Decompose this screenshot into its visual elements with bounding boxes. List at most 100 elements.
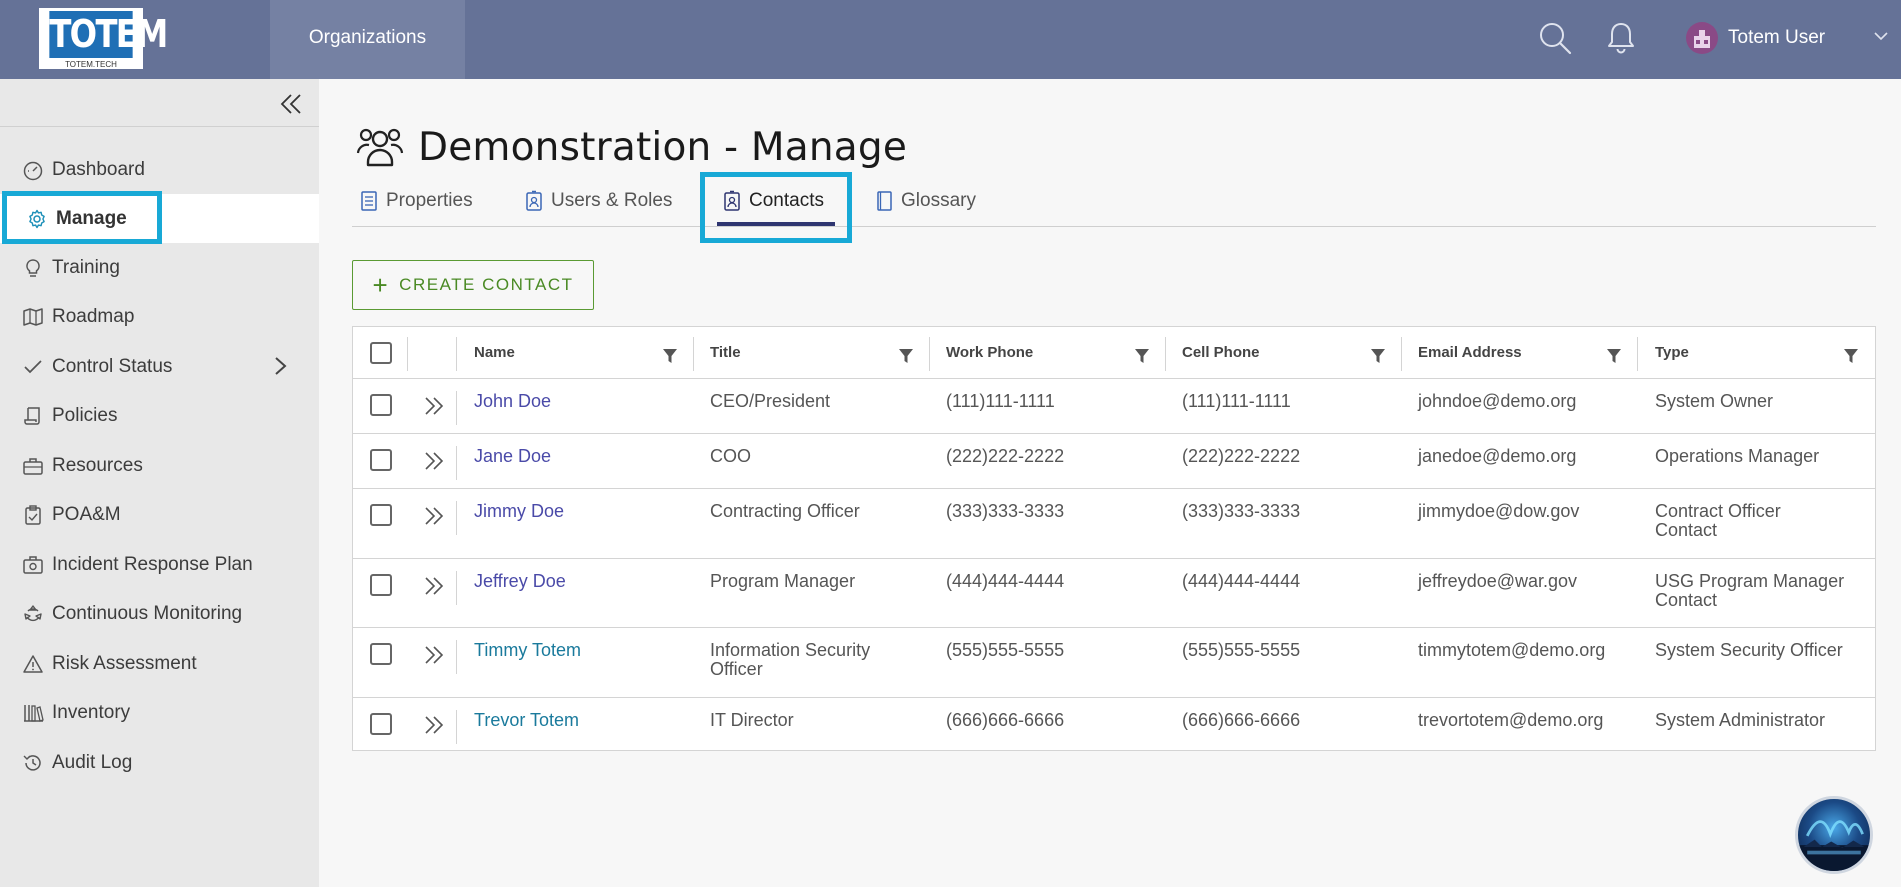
contact-cell-phone: (555)555-5555: [1182, 640, 1301, 660]
filter-icon[interactable]: [1135, 349, 1149, 363]
chevron-down-icon[interactable]: [1871, 26, 1891, 46]
filter-icon[interactable]: [1371, 349, 1385, 363]
column-header-work-phone[interactable]: Work Phone: [946, 327, 1033, 379]
column-header-cell-phone[interactable]: Cell Phone: [1182, 327, 1260, 379]
contact-name-link[interactable]: Timmy Totem: [474, 641, 581, 660]
filter-icon[interactable]: [899, 349, 913, 363]
search-icon[interactable]: [1537, 20, 1573, 56]
sidebar-item-inventory[interactable]: Inventory: [0, 688, 319, 737]
row-separator: [456, 710, 457, 744]
sidebar-item-resources[interactable]: Resources: [0, 441, 319, 490]
contact-type-line: USG Program Manager: [1655, 571, 1845, 591]
contact-name-link[interactable]: Jimmy Doe: [474, 502, 564, 521]
table-row[interactable]: Trevor Totem IT Director (666)666-6666 (…: [353, 698, 1875, 751]
sidebar-item-incident-response-plan[interactable]: Incident Response Plan: [0, 540, 319, 589]
contact-type: Contract Officer Contact: [1655, 502, 1781, 540]
sidebar-item-dashboard[interactable]: Dashboard: [0, 145, 319, 194]
create-contact-label: CREATE CONTACT: [399, 275, 574, 294]
chat-assistant-button[interactable]: [1795, 796, 1873, 874]
warning-icon: [23, 654, 43, 673]
sidebar-item-control-status[interactable]: Control Status: [0, 342, 319, 391]
sidebar-item-label: POA&M: [52, 503, 121, 525]
chevron-right-icon[interactable]: [269, 355, 291, 377]
table-row[interactable]: John Doe CEO/President (111)111-1111 (11…: [353, 379, 1875, 434]
column-separator: [1401, 337, 1402, 371]
totem-logo[interactable]: TOTEM TOTEM.TECH: [39, 8, 168, 69]
column-separator: [456, 337, 457, 371]
sidebar-item-label: Continuous Monitoring: [52, 602, 243, 624]
map-icon: [23, 307, 43, 326]
contact-work-phone: (111)111-1111: [946, 391, 1055, 411]
column-header-name[interactable]: Name: [474, 327, 515, 379]
tab-properties[interactable]: Properties: [360, 186, 473, 216]
column-header-type[interactable]: Type: [1655, 327, 1689, 379]
sidebar-item-risk-assessment[interactable]: Risk Assessment: [0, 639, 319, 688]
history-icon: [23, 754, 41, 771]
contact-work-phone: (555)555-5555: [946, 640, 1065, 660]
expand-row-icon[interactable]: [423, 575, 445, 597]
contact-title: IT Director: [710, 710, 794, 730]
column-separator: [407, 337, 408, 371]
tab-bar: Properties Users & Roles Contacts Glossa…: [352, 176, 1876, 227]
column-header-email[interactable]: Email Address: [1418, 327, 1522, 379]
collapse-sidebar-icon[interactable]: [278, 91, 304, 117]
expand-row-icon[interactable]: [423, 450, 445, 472]
contacts-table: Name Title Work Phone Cell Phone Email A…: [352, 326, 1876, 751]
column-header-title[interactable]: Title: [710, 327, 741, 379]
filter-icon[interactable]: [1607, 349, 1621, 363]
lightbulb-icon: [26, 258, 40, 277]
sidebar-item-continuous-monitoring[interactable]: Continuous Monitoring: [0, 589, 319, 638]
contact-cell-phone: (222)222-2222: [1182, 446, 1301, 466]
sidebar-item-label: Risk Assessment: [52, 652, 197, 674]
row-checkbox[interactable]: [370, 504, 392, 526]
sidebar-item-audit-log[interactable]: Audit Log: [0, 738, 319, 787]
contact-name-link[interactable]: John Doe: [474, 392, 551, 411]
table-row[interactable]: Jane Doe COO (222)222-2222 (222)222-2222…: [353, 434, 1875, 489]
bell-icon[interactable]: [1603, 20, 1639, 56]
contact-type: Operations Manager: [1655, 446, 1820, 466]
row-checkbox[interactable]: [370, 643, 392, 665]
tab-users-roles[interactable]: Users & Roles: [525, 186, 672, 216]
contact-email: trevortotem@demo.org: [1418, 710, 1604, 730]
expand-row-icon[interactable]: [423, 714, 445, 736]
contact-name-link[interactable]: Jeffrey Doe: [474, 572, 566, 591]
tab-label: Properties: [386, 190, 473, 211]
page-title: Demonstration - Manage: [418, 124, 908, 170]
tab-glossary[interactable]: Glossary: [875, 186, 976, 216]
table-row[interactable]: Jimmy Doe Contracting Officer (333)333-3…: [353, 489, 1875, 559]
expand-row-icon[interactable]: [423, 505, 445, 527]
table-row[interactable]: Jeffrey Doe Program Manager (444)444-444…: [353, 559, 1875, 628]
row-checkbox[interactable]: [370, 449, 392, 471]
contact-title: Program Manager: [710, 571, 856, 591]
filter-icon[interactable]: [663, 349, 677, 363]
contact-email: jimmydoe@dow.gov: [1418, 501, 1580, 521]
sidebar-item-policies[interactable]: Policies: [0, 391, 319, 440]
row-checkbox[interactable]: [370, 394, 392, 416]
contact-email: janedoe@demo.org: [1418, 446, 1577, 466]
contact-type-line: Contract Officer: [1655, 501, 1781, 521]
sidebar-item-poam[interactable]: POA&M: [0, 490, 319, 539]
filter-icon[interactable]: [1844, 349, 1858, 363]
contact-type: USG Program Manager Contact: [1655, 572, 1844, 610]
sidebar-item-roadmap[interactable]: Roadmap: [0, 292, 319, 341]
row-checkbox[interactable]: [370, 713, 392, 735]
expand-row-icon[interactable]: [423, 644, 445, 666]
expand-row-icon[interactable]: [423, 395, 445, 417]
contact-name-link[interactable]: Trevor Totem: [474, 711, 579, 730]
id-badge-icon: [526, 190, 542, 211]
create-contact-button[interactable]: + CREATE CONTACT: [352, 260, 594, 310]
sidebar-item-label: Resources: [52, 454, 143, 476]
row-separator: [456, 571, 457, 605]
column-separator: [1637, 337, 1638, 371]
nav-organizations[interactable]: Organizations: [270, 0, 465, 79]
first-aid-icon: [23, 555, 43, 574]
row-separator: [456, 501, 457, 535]
sidebar-item-training[interactable]: Training: [0, 243, 319, 292]
select-all-checkbox[interactable]: [370, 342, 392, 364]
contact-name-link[interactable]: Jane Doe: [474, 447, 551, 466]
user-menu[interactable]: Totem User: [1686, 20, 1825, 56]
table-row[interactable]: Timmy Totem Information Security Officer …: [353, 628, 1875, 698]
contact-type: System Administrator: [1655, 710, 1826, 730]
row-checkbox[interactable]: [370, 574, 392, 596]
contact-title: Information Security Officer: [710, 641, 870, 679]
